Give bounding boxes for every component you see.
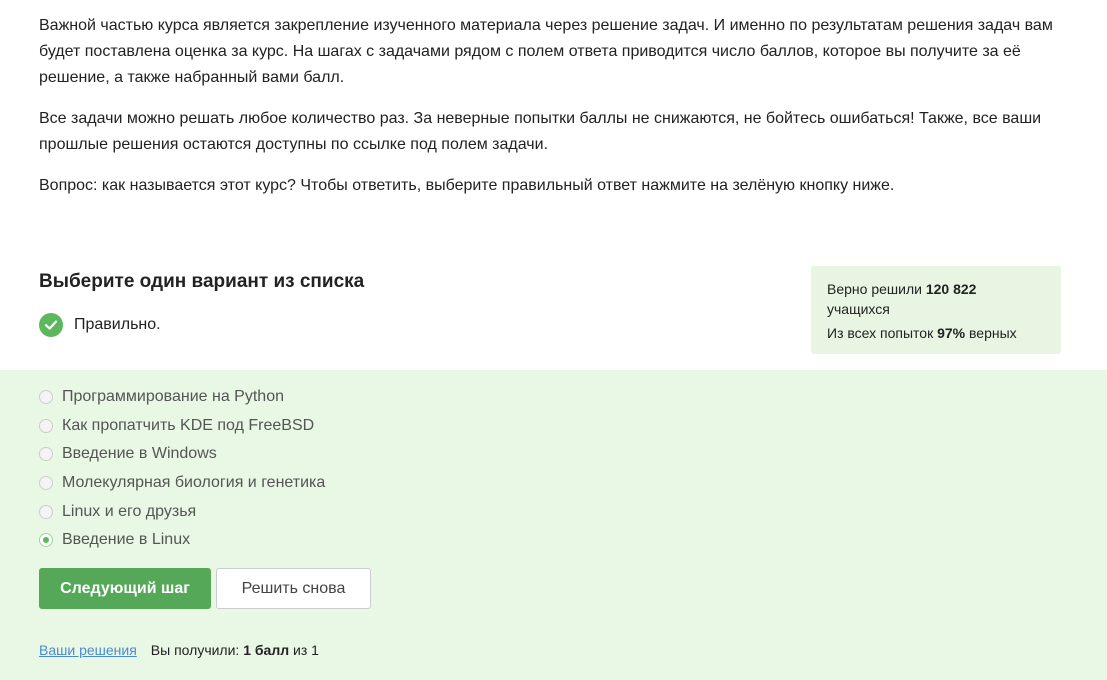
stats-attempts-prefix: Из всех попыток [827, 325, 934, 341]
checkmark-icon [39, 313, 63, 337]
option-item[interactable]: Как пропатчить KDE под FreeBSD [39, 412, 325, 441]
options-list: Программирование на Python Как пропатчит… [39, 383, 325, 555]
option-item[interactable]: Введение в Linux [39, 526, 325, 555]
radio-button[interactable] [39, 418, 53, 433]
option-item[interactable]: Молекулярная биология и генетика [39, 469, 325, 498]
option-item[interactable]: Введение в Windows [39, 440, 325, 469]
stats-attempts: Из всех попыток 97% верных [827, 323, 1045, 343]
intro-paragraph-1: Важной частью курса является закрепление… [39, 17, 1053, 86]
score-prefix: Вы получили: [150, 642, 240, 658]
radio-button[interactable] [39, 476, 53, 491]
intro-paragraph-3: Вопрос: как называется этот курс? Чтобы … [39, 177, 895, 194]
stats-solved-suffix: учащихся [827, 301, 890, 317]
submission-footer: Ваши решения Вы получили: 1 балл из 1 [39, 641, 319, 659]
option-label: Молекулярная биология и генетика [62, 474, 326, 492]
next-step-button[interactable]: Следующий шаг [39, 568, 211, 609]
radio-button[interactable] [39, 447, 53, 462]
stats-attempts-percent: 97% [937, 325, 966, 341]
radio-button[interactable] [39, 390, 53, 405]
stats-solved-prefix: Верно решили [827, 281, 922, 297]
option-item[interactable]: Программирование на Python [39, 383, 325, 412]
stats-attempts-suffix: верных [969, 325, 1017, 341]
option-label: Введение в Linux [62, 531, 191, 549]
step-text: Важной частью курса является закрепление… [39, 13, 1069, 214]
option-label: Программирование на Python [62, 388, 284, 406]
your-solutions-link[interactable]: Ваши решения [39, 641, 137, 659]
option-label: Как пропатчить KDE под FreeBSD [62, 416, 315, 434]
score-suffix: из 1 [293, 642, 319, 658]
radio-button[interactable] [39, 504, 53, 519]
stats-panel: Верно решили 120 822 учащихся Из всех по… [811, 266, 1061, 354]
stats-solved: Верно решили 120 822 учащихся [827, 279, 1045, 319]
score-value: 1 балл [243, 642, 290, 658]
intro-paragraph-2: Все задачи можно решать любое количество… [39, 110, 1042, 153]
step-page: Важной частью курса является закрепление… [0, 0, 1107, 680]
result-text: Правильно. [74, 316, 161, 333]
quiz-title: Выберите один вариант из списка [39, 271, 365, 292]
score-text: Вы получили: 1 балл из 1 [151, 641, 319, 659]
result-status: Правильно. [39, 313, 161, 337]
option-item[interactable]: Linux и его друзья [39, 497, 325, 526]
option-label: Linux и его друзья [62, 502, 197, 520]
radio-button-selected[interactable] [39, 533, 53, 548]
solve-again-button[interactable]: Решить снова [216, 568, 371, 609]
stats-solved-count: 120 822 [925, 281, 977, 297]
option-label: Введение в Windows [62, 445, 217, 463]
